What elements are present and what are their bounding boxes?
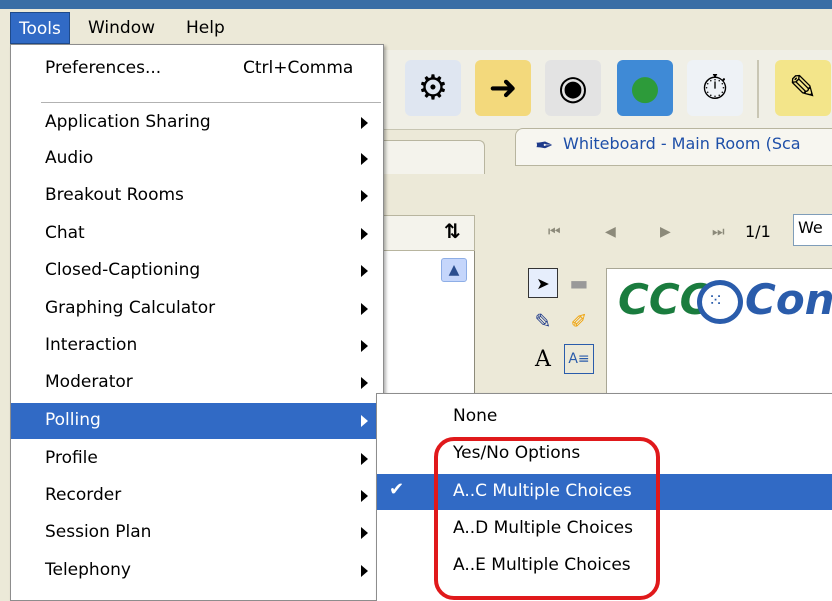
highlighter-icon[interactable]: ✐ — [564, 306, 594, 336]
last-page-button[interactable]: ⏭ — [712, 224, 725, 240]
menu-item-label: Moderator — [45, 372, 133, 392]
menu-item-preferences[interactable]: Preferences... Ctrl+Comma — [11, 51, 383, 87]
menu-item-polling[interactable]: Polling — [11, 403, 383, 439]
menu-item-label: Graphing Calculator — [45, 298, 216, 318]
main-toolbar: ⚙ ➜ ◉ ● ⏱ ✎ — [365, 50, 832, 130]
webcam-icon[interactable]: ◉ — [545, 60, 601, 116]
submenu-item-label: None — [453, 406, 498, 426]
submenu-arrow-icon — [361, 303, 368, 315]
menu-item-audio[interactable]: Audio — [11, 141, 383, 177]
menu-item-label: Polling — [45, 410, 101, 430]
menu-item-label: Audio — [45, 148, 94, 168]
tools-menu: Preferences... Ctrl+Comma Application Sh… — [10, 44, 384, 601]
menu-window[interactable]: Window — [80, 12, 163, 44]
menu-item-closed-captioning[interactable]: Closed-Captioning — [11, 253, 383, 289]
menu-item-label: Interaction — [45, 335, 138, 355]
menu-item-label: Session Plan — [45, 522, 152, 542]
menu-help[interactable]: Help — [178, 12, 233, 44]
select-arrow-icon[interactable]: ➤ — [528, 268, 558, 298]
menu-tools[interactable]: Tools — [10, 12, 70, 44]
previous-page-button[interactable]: ◀ — [605, 224, 616, 240]
pen-icon: ✒ — [535, 134, 554, 159]
submenu-arrow-icon — [361, 117, 368, 129]
scroll-up-button[interactable]: ▲ — [441, 258, 467, 282]
submenu-arrow-icon — [361, 153, 368, 165]
submenu-arrow-icon — [361, 340, 368, 352]
menu-item-moderator[interactable]: Moderator — [11, 365, 383, 401]
submenu-arrow-icon — [361, 490, 368, 502]
pen-tool-icon[interactable]: ✎ — [528, 306, 558, 336]
stopwatch-play-icon[interactable]: ⏱ — [687, 60, 743, 116]
logo-grid-icon: ⁙ — [708, 290, 724, 311]
notepad-pencil-icon[interactable]: ✎ — [775, 60, 831, 116]
submenu-arrow-icon — [361, 415, 368, 427]
settings-document-icon[interactable]: ⚙ — [405, 60, 461, 116]
menu-item-breakout-rooms[interactable]: Breakout Rooms — [11, 178, 383, 214]
submenu-arrow-icon — [361, 377, 368, 389]
menu-separator — [41, 102, 381, 103]
line-tool-icon[interactable]: ▬ — [564, 268, 594, 298]
submenu-arrow-icon — [361, 527, 368, 539]
menu-item-telephony[interactable]: Telephony — [11, 553, 383, 589]
annotation-highlight-box — [434, 437, 660, 600]
menu-item-label: Application Sharing — [45, 112, 211, 132]
submenu-arrow-icon — [361, 265, 368, 277]
menubar: Tools Window Help — [0, 0, 832, 50]
menu-item-label: Breakout Rooms — [45, 185, 184, 205]
title-bar-strip — [0, 0, 832, 9]
menu-item-label: Recorder — [45, 485, 122, 505]
text-box-icon[interactable]: A≡ — [564, 344, 594, 374]
submenu-item-none[interactable]: None — [377, 399, 832, 435]
text-tool-icon[interactable]: A — [528, 344, 558, 374]
menu-item-graphing-calculator[interactable]: Graphing Calculator — [11, 291, 383, 327]
page-select[interactable]: We — [793, 214, 832, 246]
submenu-arrow-icon — [361, 190, 368, 202]
menu-item-chat[interactable]: Chat — [11, 216, 383, 252]
menu-item-interaction[interactable]: Interaction — [11, 328, 383, 364]
menu-item-label: Profile — [45, 448, 98, 468]
menu-item-label: Closed-Captioning — [45, 260, 201, 280]
globe-icon[interactable]: ● — [617, 60, 673, 116]
logo-suffix: Con — [745, 275, 832, 324]
next-page-button[interactable]: ▶ — [660, 224, 671, 240]
menu-item-application-sharing[interactable]: Application Sharing — [11, 105, 383, 141]
menu-item-session-plan[interactable]: Session Plan — [11, 515, 383, 551]
toolbar-separator — [757, 60, 759, 118]
submenu-arrow-icon — [361, 228, 368, 240]
menu-item-recorder[interactable]: Recorder — [11, 478, 383, 514]
whiteboard-title: Whiteboard - Main Room (Sca — [563, 134, 801, 153]
menu-item-shortcut: Ctrl+Comma — [243, 58, 354, 78]
page-indicator: 1/1 — [745, 222, 771, 241]
sort-icon[interactable]: ⇅ — [444, 219, 461, 243]
submenu-arrow-icon — [361, 565, 368, 577]
menu-item-label: Preferences... — [45, 58, 162, 78]
submenu-arrow-icon — [361, 453, 368, 465]
menu-item-label: Telephony — [45, 560, 131, 580]
first-page-button[interactable]: ⏮ — [548, 224, 561, 240]
folder-arrow-icon[interactable]: ➜ — [475, 60, 531, 116]
menu-item-label: Chat — [45, 223, 85, 243]
menu-item-profile[interactable]: Profile — [11, 441, 383, 477]
checkmark-icon: ✔ — [389, 479, 405, 500]
